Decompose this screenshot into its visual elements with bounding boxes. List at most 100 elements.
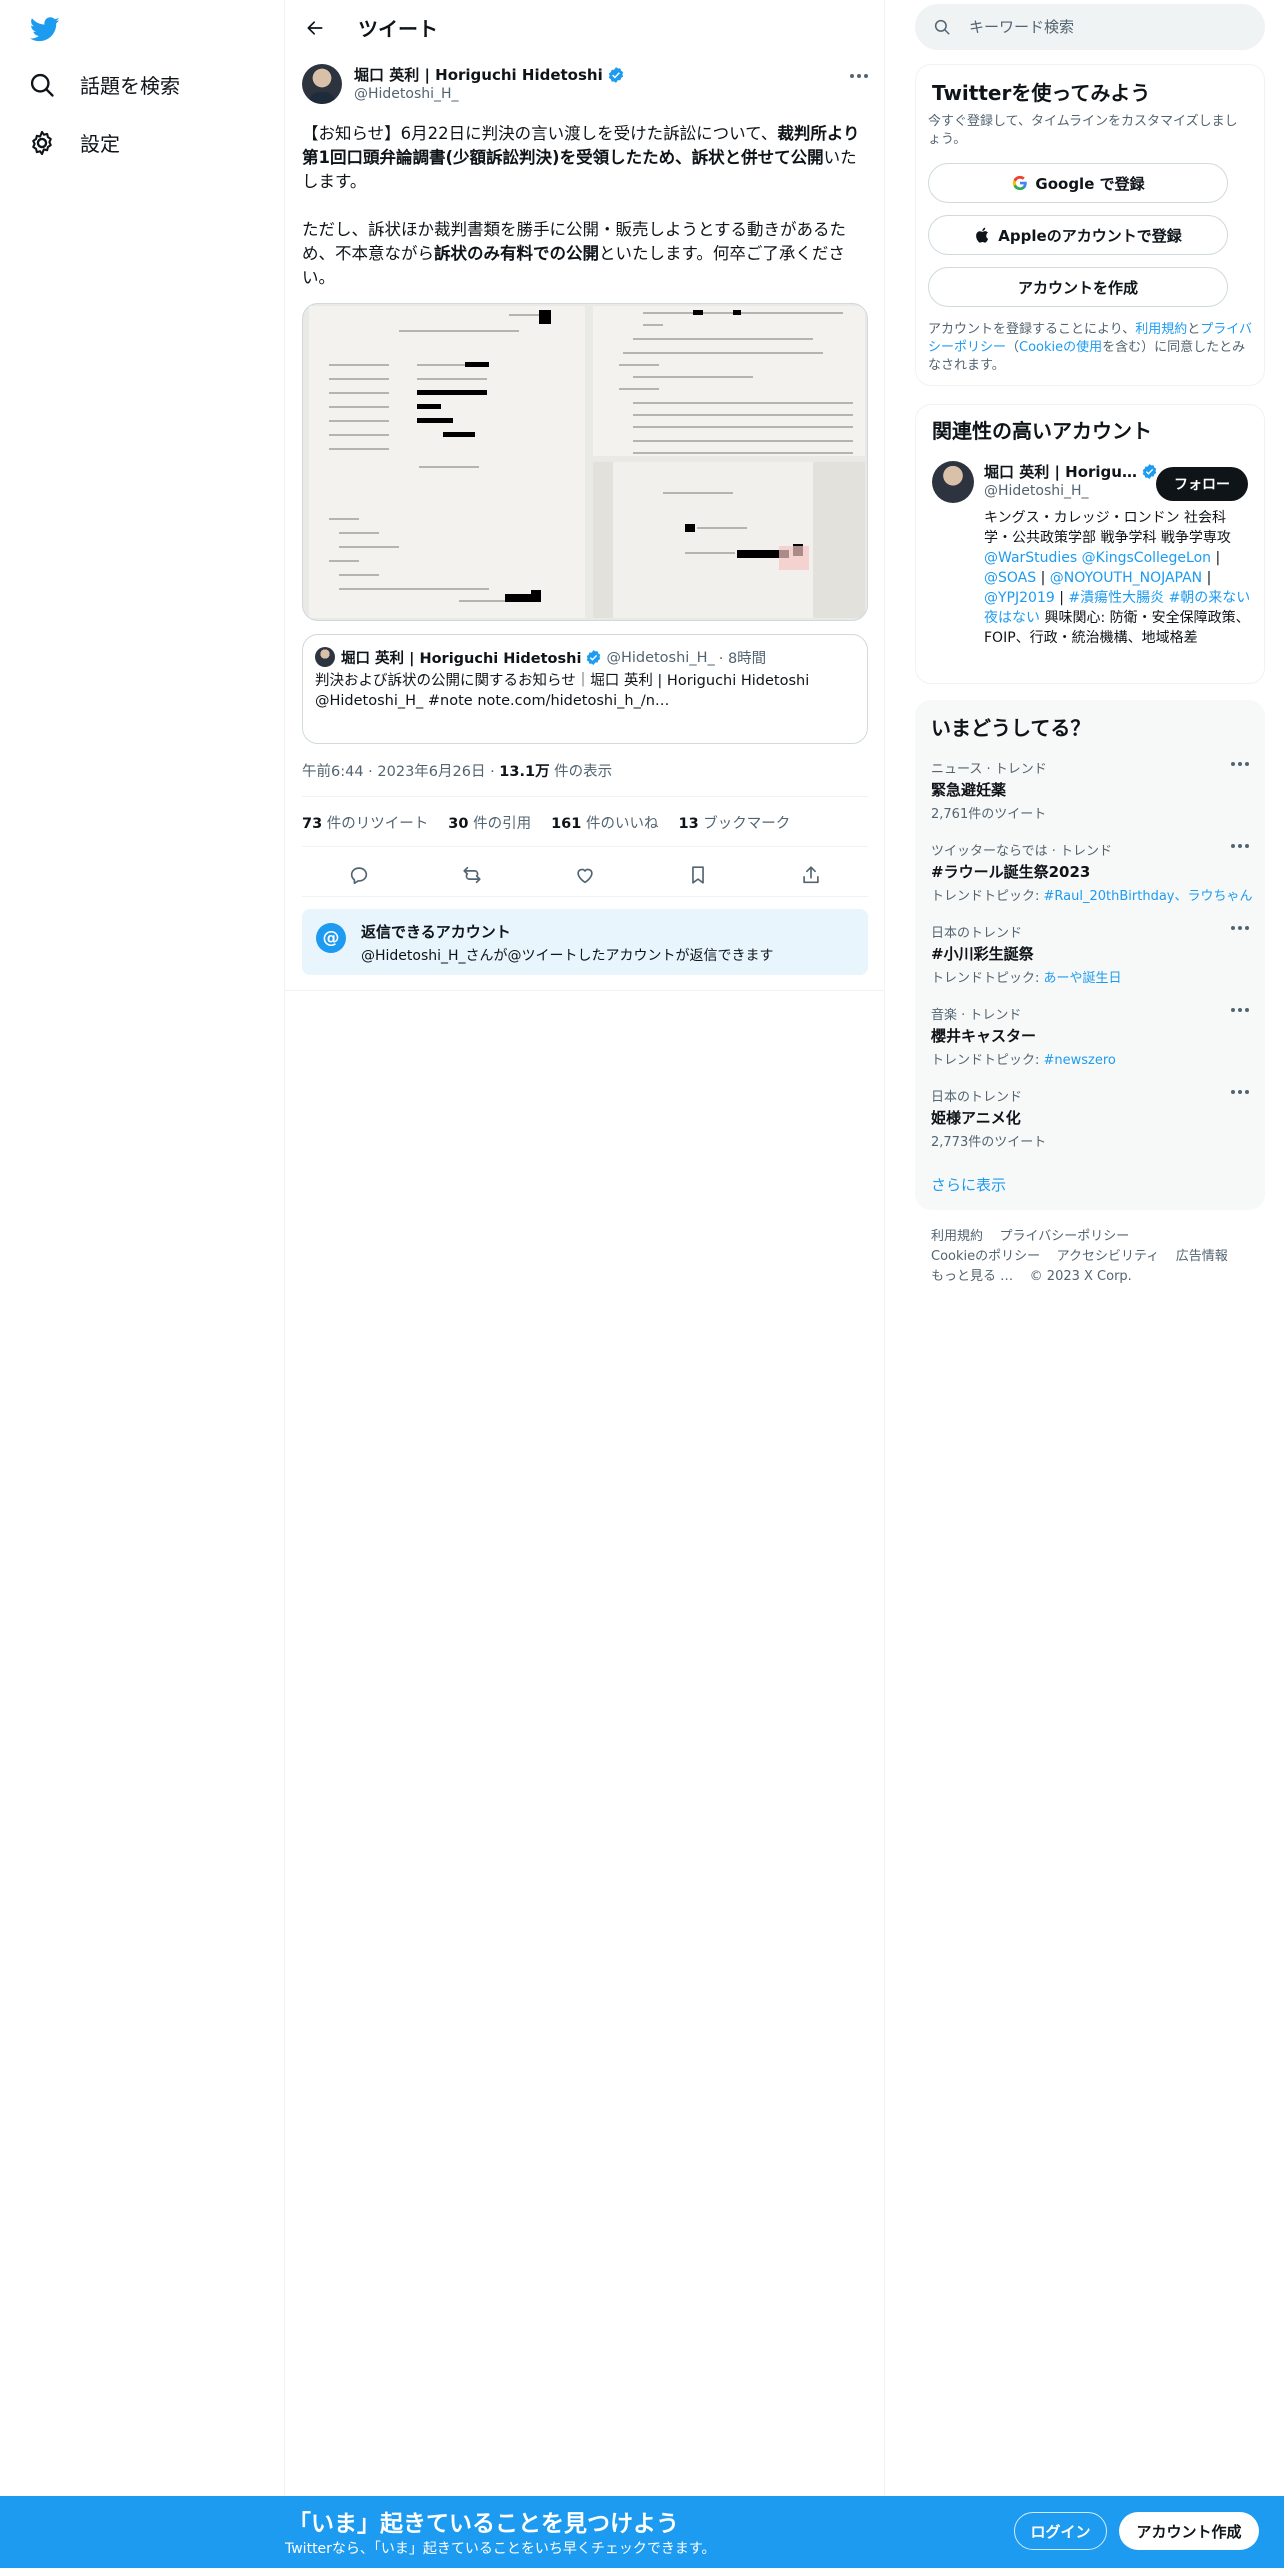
retweet-stat[interactable]: 73 件のリツイート [302, 812, 428, 833]
document-page-right-bottom [593, 462, 865, 618]
bookmark-stat[interactable]: 13 ブックマーク [678, 812, 790, 833]
stat-count: 161 [551, 816, 582, 832]
stat-count: 30 [448, 816, 469, 832]
divider [302, 796, 868, 797]
author-handle[interactable]: @Hidetoshi_H_ [354, 86, 459, 102]
nav-explore[interactable]: 話題を検索 [28, 70, 180, 99]
trend-link[interactable]: #newszero [1044, 1053, 1116, 1068]
cookie-link[interactable]: Cookieの使用 [1019, 340, 1102, 355]
trend-sub: トレンドトピック: #newszero [931, 1049, 1249, 1068]
tweet-image[interactable] [302, 303, 868, 621]
follow-button[interactable]: フォロー [1156, 467, 1248, 501]
stat-count: 13 [678, 816, 699, 832]
reply-restriction-title: 返信できるアカウント [361, 923, 511, 941]
tweet-text-bold: 訴状のみ有料での公開 [434, 244, 599, 263]
signup-legal-text: アカウントを登録することにより、利用規約とプライバシーポリシー（Cookieの使… [928, 321, 1254, 375]
reply-restriction-notice: @ 返信できるアカウント @Hidetoshi_H_さんが@ツイートしたアカウン… [302, 909, 868, 975]
bookmark-icon[interactable] [687, 864, 709, 886]
quote-stat[interactable]: 30 件の引用 [448, 812, 531, 833]
more-options-icon[interactable] [1231, 844, 1249, 848]
footer-more-link[interactable]: もっと見る … [931, 1269, 1013, 1284]
stat-label: 件の引用 [468, 816, 532, 832]
reply-icon[interactable] [348, 864, 370, 886]
twitter-logo-icon[interactable] [28, 14, 62, 44]
bio-link[interactable]: @WarStudies @KingsCollegeLon [984, 550, 1211, 566]
bio-link[interactable]: @NOYOUTH_NOJAPAN [1050, 570, 1202, 586]
footer-cookie-link[interactable]: Cookieのポリシー [931, 1249, 1040, 1264]
related-account-name-text: 堀口 英利 | Horigu… [984, 463, 1137, 481]
share-icon[interactable] [800, 864, 822, 886]
trend-item[interactable]: 日本のトレンド #小川彩生誕祭 トレンドトピック: あーや誕生日 [931, 922, 1249, 986]
more-options-icon[interactable] [1231, 1090, 1249, 1094]
google-signup-button[interactable]: Google で登録 [928, 163, 1228, 203]
footer-links: 利用規約 プライバシーポリシー Cookieのポリシー アクセシビリティ 広告情… [931, 1227, 1251, 1287]
trend-link[interactable]: #Raul_20thBirthday、ラウちゃん [1044, 889, 1253, 904]
avatar[interactable] [302, 64, 342, 104]
footer-terms-link[interactable]: 利用規約 [931, 1229, 983, 1244]
trend-item[interactable]: ニュース · トレンド 緊急避妊薬 2,761件のツイート [931, 758, 1249, 822]
related-accounts-card: 関連性の高いアカウント 堀口 英利 | Horigu… @Hidetoshi_H… [915, 404, 1265, 684]
verified-badge-icon [587, 650, 601, 665]
timestamp-text[interactable]: 午前6:44 · 2023年6月26日 · [302, 764, 499, 780]
more-options-icon[interactable] [1231, 1008, 1249, 1012]
back-button[interactable] [299, 12, 331, 44]
bio-text: | [1211, 550, 1221, 566]
create-account-button[interactable]: アカウントを作成 [928, 267, 1228, 307]
heart-icon[interactable] [574, 864, 596, 886]
trend-context: 日本のトレンド [931, 1090, 1023, 1105]
author-name-text: 堀口 英利 | Horiguchi Hidetoshi [354, 66, 603, 84]
more-options-icon[interactable] [846, 66, 872, 86]
bio-link[interactable]: @YPJ2019 [984, 590, 1055, 606]
trend-sub-text: トレンドトピック: [931, 971, 1044, 986]
related-account-name[interactable]: 堀口 英利 | Horigu… [984, 461, 1158, 482]
trend-sub: トレンドトピック: #Raul_20thBirthday、ラウちゃん [931, 885, 1252, 904]
main-column: ツイート 堀口 英利 | Horiguchi Hidetoshi @Hideto… [285, 0, 885, 2500]
trend-item[interactable]: 日本のトレンド 姫様アニメ化 2,773件のツイート [931, 1086, 1249, 1150]
bio-text: | [1202, 570, 1212, 586]
footer-privacy-link[interactable]: プライバシーポリシー [1000, 1229, 1130, 1244]
verified-badge-icon [608, 66, 623, 83]
trend-item[interactable]: 音楽 · トレンド 櫻井キャスター トレンドトピック: #newszero [931, 1004, 1249, 1068]
bio-text: | [1054, 590, 1069, 606]
footer-ads-link[interactable]: 広告情報 [1176, 1249, 1228, 1264]
google-icon [1013, 175, 1028, 191]
terms-link[interactable]: 利用規約 [1135, 322, 1187, 337]
apple-signup-button[interactable]: Appleのアカウントで登録 [928, 215, 1228, 255]
divider [302, 846, 868, 847]
avatar[interactable] [932, 461, 974, 503]
trend-context: ニュース · トレンド [931, 762, 1047, 777]
apple-icon [976, 227, 989, 243]
quoted-time: · 8時間 [718, 651, 767, 667]
related-account-handle: @Hidetoshi_H_ [984, 483, 1089, 499]
search-input[interactable] [969, 4, 1249, 50]
show-more-link[interactable]: さらに表示 [931, 1174, 1006, 1195]
retweet-icon[interactable] [461, 864, 483, 886]
trend-link[interactable]: あーや誕生日 [1044, 971, 1122, 986]
left-nav: 話題を検索 設定 [0, 0, 285, 2568]
gear-icon [32, 130, 52, 155]
quoted-author-handle: @Hidetoshi_H_ [606, 649, 715, 666]
trend-sub-text: トレンドトピック: [931, 889, 1044, 904]
stat-label: 件のリツイート [322, 816, 429, 832]
apple-signup-label: Appleのアカウントで登録 [998, 226, 1182, 245]
signup-button[interactable]: アカウント作成 [1119, 2512, 1259, 2550]
quoted-tweet[interactable]: 堀口 英利 | Horiguchi Hidetoshi @Hidetoshi_H… [302, 634, 868, 744]
trends-title: いまどうしてる？ [931, 716, 1091, 740]
trend-item[interactable]: ツイッターならでは · トレンド #ラウール誕生祭2023 トレンドトピック: … [931, 840, 1252, 904]
tweet-actions [302, 858, 868, 892]
trend-sub: トレンドトピック: あーや誕生日 [931, 967, 1249, 986]
more-options-icon[interactable] [1231, 926, 1249, 930]
more-options-icon[interactable] [1231, 762, 1249, 766]
trend-sub-text: 2,773件のツイート [931, 1135, 1047, 1150]
trend-sub: 2,773件のツイート [931, 1131, 1249, 1150]
login-button[interactable]: ログイン [1014, 2512, 1107, 2550]
trends-card: いまどうしてる？ ニュース · トレンド 緊急避妊薬 2,761件のツイート ツ… [915, 700, 1265, 1210]
footer-accessibility-link[interactable]: アクセシビリティ [1057, 1249, 1160, 1264]
stat-count: 73 [302, 816, 323, 832]
bio-link[interactable]: @SOAS [984, 570, 1036, 586]
quoted-tweet-header: 堀口 英利 | Horiguchi Hidetoshi @Hidetoshi_H… [341, 647, 766, 668]
legal-text: （ [1006, 340, 1020, 355]
nav-settings[interactable]: 設定 [28, 128, 120, 157]
author-name[interactable]: 堀口 英利 | Horiguchi Hidetoshi [354, 64, 625, 85]
like-stat[interactable]: 161 件のいいね [551, 812, 658, 833]
